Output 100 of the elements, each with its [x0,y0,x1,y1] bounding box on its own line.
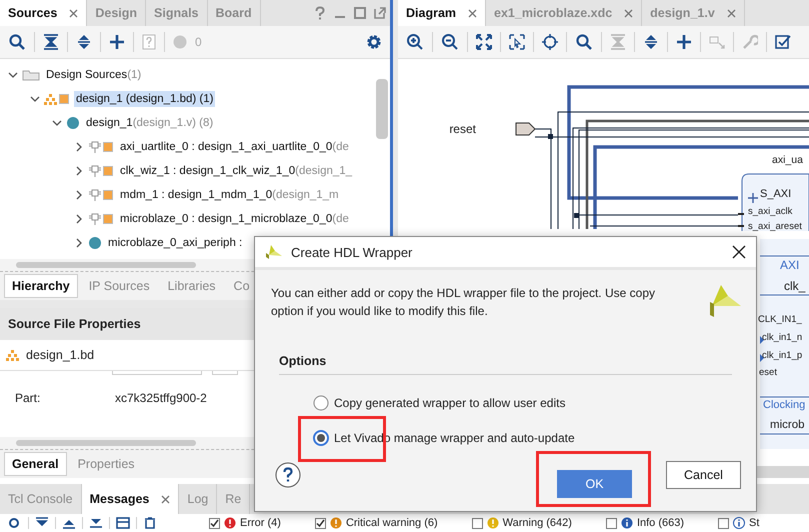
search-icon[interactable] [575,33,593,51]
ip-core-icon [88,188,114,202]
warning-icon [330,517,342,529]
caret-icon[interactable] [8,70,18,80]
select-area-icon[interactable] [509,34,525,50]
diagram-label: AXI [780,258,800,272]
module-dot-icon [88,236,102,250]
app-logo-icon [265,244,283,260]
port-label: reset [449,122,476,136]
ok-button[interactable]: OK [557,470,632,498]
checkbox[interactable] [209,518,220,528]
caret-icon[interactable] [74,166,84,176]
crosshair-icon[interactable] [542,34,558,50]
diagram-label: S_AXI [760,188,792,200]
panel-tab[interactable]: Messages [82,484,180,514]
trash-icon[interactable] [143,517,157,529]
section-title: Options [279,354,732,375]
dialog-title: Create HDL Wrapper [291,244,414,260]
warning-icon [486,517,499,529]
diagram-label: clk_in1_n [762,332,802,343]
checkbox[interactable] [314,518,326,528]
filter-label: Error (4) [240,517,281,529]
warning-count: 0 [195,35,202,49]
caret-icon[interactable] [74,142,84,152]
ip-block-drawing[interactable] [760,239,809,449]
ip-core-icon [88,212,114,226]
diagram-label: microb [770,419,805,431]
ip-core-icon [88,140,114,154]
tree-item[interactable]: clk_wiz_1 : design_1_clk_wiz_1_0(design_1_ [118,163,354,179]
diagram-label: clk_ [784,279,806,293]
float-icon[interactable] [374,7,386,19]
expand-all-icon[interactable] [643,33,659,51]
diagram-label: axi_ua [772,154,803,166]
caret-icon[interactable] [74,190,84,200]
info-icon [733,517,746,529]
settings-icon[interactable] [366,34,382,50]
diagram-label: s_axi_aclk [748,206,792,217]
caret-icon[interactable] [74,214,84,224]
tree-item[interactable]: microblaze_0_axi_periph : [106,235,244,251]
tree-item[interactable]: design_1(design_1.v) (8) [84,115,216,131]
diagram-label: eset [759,367,777,378]
add-icon[interactable] [109,34,125,50]
filter-label: Warning (642) [502,517,572,529]
field-label: Part: [15,391,42,405]
info-icon [620,517,633,529]
checkbox[interactable] [472,518,483,528]
filter-label: Info (663) [636,517,684,529]
radio-button[interactable] [313,395,329,411]
tree-item[interactable]: Design Sources(1) [44,67,144,83]
warning-dot-icon [173,35,187,49]
tree-item[interactable]: mdm_1 : design_1_mdm_1_0(design_1_m [118,187,341,203]
diagram-label: clk_in1_p [762,350,802,361]
previous-icon[interactable] [62,517,76,529]
zoom-out-icon[interactable] [441,33,459,51]
editor-tab[interactable]: Diagram [398,0,486,26]
error-icon [224,517,236,529]
field-value: xc7k325tffg900-2 [115,391,207,405]
collapse-all-icon[interactable] [43,33,59,51]
search-icon[interactable] [8,517,22,529]
next-icon[interactable] [89,517,103,529]
expand-all-icon[interactable] [76,33,92,51]
block-design-icon [6,349,20,361]
file-name: design_1.bd [26,348,94,362]
checkbox[interactable] [606,518,617,528]
input-port-icon[interactable] [516,122,536,136]
diagram-label: Clocking [763,399,806,411]
diagram-label: CLK_IN1_ [758,314,802,325]
app-logo-icon [710,284,742,318]
ip-core-icon [88,164,114,178]
checkbox[interactable] [718,518,730,528]
radio-button[interactable] [313,430,329,446]
collapse-all-icon[interactable] [35,517,49,529]
diagram-label: s_axi_areset [748,221,802,232]
filter-label: Critical warning (6) [346,517,438,529]
view-tab[interactable]: Hierarchy [4,274,78,298]
wrench-icon [742,34,758,50]
add-icon[interactable] [676,34,692,50]
ip-block-drawing[interactable] [737,174,809,232]
cancel-button[interactable]: Cancel [666,461,741,489]
plus-icon[interactable] [747,192,759,204]
search-icon[interactable] [8,33,26,51]
zoom-in-icon[interactable] [406,33,424,51]
filter-label: St [749,517,760,529]
view-tab[interactable]: General [4,452,67,476]
caret-icon[interactable] [74,238,84,248]
panel-tab[interactable]: Sources [0,0,88,26]
help-icon[interactable] [275,462,301,488]
caret-icon[interactable] [52,118,62,128]
port-icon [709,34,725,50]
option-label[interactable]: Copy generated wrapper to allow user edits [334,396,566,410]
module-dot-icon [66,116,80,130]
close-icon[interactable] [732,245,746,259]
caret-icon[interactable] [30,94,40,104]
window-icon[interactable] [116,517,130,529]
fit-view-icon[interactable] [476,34,492,50]
tree-item[interactable]: axi_uartlite_0 : design_1_axi_uartlite_0_0(de [118,139,351,155]
tree-item[interactable]: design_1 (design_1.bd) (1) [74,91,216,107]
checkbox-icon[interactable] [775,34,791,50]
tree-item[interactable]: microblaze_0 : design_1_microblaze_0_0(de [118,211,351,227]
maximize-icon[interactable] [354,7,366,19]
